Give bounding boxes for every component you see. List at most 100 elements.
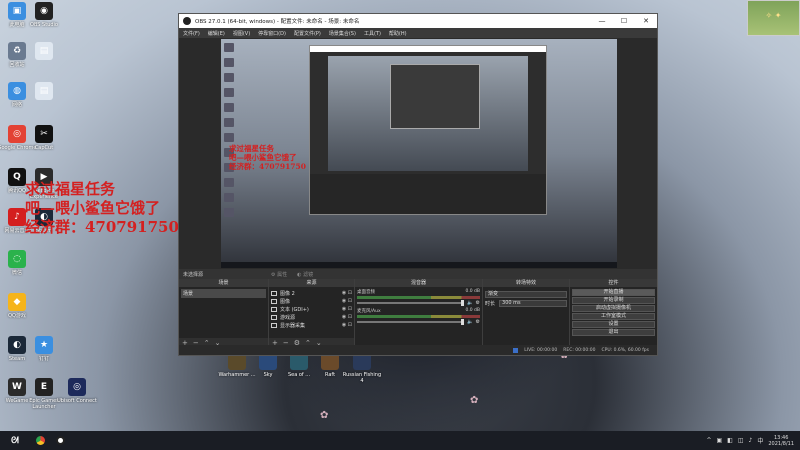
visibility-icon[interactable]: ◉ ⊡ xyxy=(342,314,352,320)
ubisoft-icon: ◎ xyxy=(68,378,86,396)
live-indicator-icon xyxy=(513,347,519,353)
system-tray: ^ ▣ ◧ ◫ ♪ 中 13:46 2021/8/11 xyxy=(706,435,800,447)
transitions-dock: 转场特效 渐变 时长 300 ms xyxy=(483,279,570,347)
source-item[interactable]: 图像 2 ◉ ⊡ xyxy=(271,289,352,297)
window-title: OBS 27.0.1 (64-bit, windows) - 配置文件: 未命名… xyxy=(195,19,360,25)
virtual-camera-button[interactable]: 启动虚拟摄像机 xyxy=(572,305,655,312)
clock[interactable]: 13:46 2021/8/11 xyxy=(768,435,794,447)
desktop-icon-label: 钉钉 xyxy=(38,356,49,362)
live-timer: LIVE: 00:00:00 xyxy=(524,347,558,353)
channel-db: 0.0 dB xyxy=(465,289,480,294)
desktop-icon-label: 回收站 xyxy=(9,62,25,68)
source-item[interactable]: 游戏源 ◉ ⊡ xyxy=(271,313,352,321)
preview-text-line: 经济群：470791750 xyxy=(229,162,306,171)
speaker-icon[interactable]: 🔈 xyxy=(467,319,473,325)
channel-db: 0.0 dB xyxy=(465,308,480,313)
volume-slider[interactable] xyxy=(357,319,465,325)
thumbnail-glyph: ✧ ✦ xyxy=(765,11,782,20)
menu-scene-collection[interactable]: 场景集合(S) xyxy=(329,30,356,37)
taskbar-chrome-icon[interactable] xyxy=(30,431,50,450)
preview-text-line: 求过福星任务 xyxy=(229,144,274,153)
studio-mode-button[interactable]: 工作室模式 xyxy=(572,313,655,320)
visibility-icon[interactable]: ◉ ⊡ xyxy=(342,306,352,312)
source-item[interactable]: 文本 (GDI+) ◉ ⊡ xyxy=(271,305,352,313)
volume-slider[interactable] xyxy=(357,300,465,306)
desktop-icon-wechat[interactable]: ◌ 微信 xyxy=(0,250,37,276)
desktop-icon-capcut[interactable]: ✂ CapCut xyxy=(24,125,64,151)
channel-name: 麦克风/Aux xyxy=(357,309,381,314)
desktop-icon-ubisoft[interactable]: ◎ Ubisoft Connect xyxy=(57,378,97,404)
preview-taskbar xyxy=(221,262,617,268)
menu-view[interactable]: 视图(V) xyxy=(233,30,250,37)
settings-button[interactable]: 设置 xyxy=(572,321,655,328)
duration-input[interactable]: 300 ms xyxy=(499,300,567,307)
tray-expand-icon[interactable]: ^ xyxy=(706,437,711,444)
exit-button[interactable]: 退出 xyxy=(572,329,655,336)
start-streaming-button[interactable]: 开始直播 xyxy=(572,289,655,296)
start-recording-button[interactable]: 开始录制 xyxy=(572,297,655,304)
clock-date: 2021/8/11 xyxy=(768,440,794,447)
menu-edit[interactable]: 编辑(E) xyxy=(208,30,225,37)
ime-icon[interactable]: 中 xyxy=(757,436,763,445)
wechat-icon: ◌ xyxy=(8,250,26,268)
desktop-icon-qqgame[interactable]: ◆ QQ游戏 xyxy=(0,293,37,319)
monitor-icon xyxy=(271,322,277,328)
no-source-label: 未选择源 xyxy=(183,271,204,278)
audio-mixer-dock: 混音器 桌面音频 0.0 dB 🔈 ⚙ 麦克风/Aux 0.0 dB 🔈 ⚙ xyxy=(355,279,483,347)
epic-icon: E xyxy=(35,378,53,396)
visibility-icon[interactable]: ◉ ⊡ xyxy=(342,322,352,328)
preview-overlay-text: 求过福星任务 吧—喂小鲨鱼它饿了 经济群：470791750 xyxy=(229,144,306,171)
network-icon[interactable]: ◫ xyxy=(738,437,744,444)
start-button[interactable]: ᘛ xyxy=(0,436,30,446)
preview-desktop-icons xyxy=(224,43,256,223)
gear-icon[interactable]: ⚙ xyxy=(476,319,480,325)
wallpaper-flower: ✿ xyxy=(320,410,329,421)
scenes-dock: 场景 场景 + − ⌃ ⌄ xyxy=(179,279,269,347)
obs-docks: 场景 场景 + − ⌃ ⌄ 来源 图像 2 ◉ ⊡ 图像 ◉ ⊡ 文本 (GDI+)… xyxy=(179,279,657,347)
properties-button[interactable]: ⚙ 属性 xyxy=(271,271,287,278)
visibility-icon[interactable]: ◉ ⊡ xyxy=(342,298,352,304)
source-toolbar: 未选择源 ⚙ 属性 ◐ 滤镜 xyxy=(179,269,657,279)
taskbar-obs-icon[interactable] xyxy=(50,431,70,450)
menu-file[interactable]: 文件(F) xyxy=(183,30,200,37)
desktop-icon-dingtalk[interactable]: ★ 钉钉 xyxy=(24,336,64,362)
sources-dock: 来源 图像 2 ◉ ⊡ 图像 ◉ ⊡ 文本 (GDI+) ◉ ⊡ 游戏源 ◉ ⊡ 显示器… xyxy=(269,279,355,347)
obs-window[interactable]: OBS 27.0.1 (64-bit, windows) - 配置文件: 未命名… xyxy=(178,13,658,356)
tray-app-icon[interactable]: ◧ xyxy=(727,437,733,444)
transition-select[interactable]: 渐变 xyxy=(485,291,567,298)
menu-help[interactable]: 帮助(H) xyxy=(389,30,407,37)
volume-icon[interactable]: ♪ xyxy=(749,437,753,444)
source-item[interactable]: 显示器采集 ◉ ⊡ xyxy=(271,321,352,329)
desktop-icon-obs-studio[interactable]: ◉ OBS Studio xyxy=(24,2,64,28)
tray-app-icon[interactable]: ▣ xyxy=(716,437,722,444)
preview-canvas[interactable]: 求过福星任务 吧—喂小鲨鱼它饿了 经济群：470791750 xyxy=(221,39,617,268)
visibility-icon[interactable]: ◉ ⊡ xyxy=(342,290,352,296)
menu-profile[interactable]: 配置文件(P) xyxy=(294,30,321,37)
source-item[interactable]: 图像 ◉ ⊡ xyxy=(271,297,352,305)
mixer-channel: 麦克风/Aux 0.0 dB 🔈 ⚙ xyxy=(357,308,480,325)
minimize-button[interactable]: — xyxy=(591,17,613,25)
file1-icon: ▤ xyxy=(35,42,53,60)
obs-logo-icon xyxy=(183,17,191,25)
mixer-header: 混音器 xyxy=(355,279,482,287)
controls-dock: 控件 开始直播 开始录制 启动虚拟摄像机 工作室模式 设置 退出 xyxy=(570,279,657,347)
preview-text-line: 吧—喂小鲨鱼它饿了 xyxy=(229,153,297,162)
desktop-icon-file2[interactable]: ▤ xyxy=(24,82,64,102)
gear-icon[interactable]: ⚙ xyxy=(476,300,480,306)
scene-item[interactable]: 场景 xyxy=(181,289,266,298)
cpu-fps: CPU: 0.6%, 60.00 fps xyxy=(601,347,650,353)
obs-titlebar[interactable]: OBS 27.0.1 (64-bit, windows) - 配置文件: 未命名… xyxy=(179,14,657,28)
channel-name: 桌面音频 xyxy=(357,290,375,295)
speaker-icon[interactable]: 🔈 xyxy=(467,300,473,306)
maximize-button[interactable]: ☐ xyxy=(613,17,635,25)
desktop-icon-label: 微信 xyxy=(11,270,22,276)
controls-header: 控件 xyxy=(570,279,657,287)
close-button[interactable]: ✕ xyxy=(635,17,657,25)
desktop-icon-file1[interactable]: ▤ xyxy=(24,42,64,62)
desktop-icon-russian-fishing[interactable]: Russian Fishing 4 xyxy=(342,352,382,384)
menu-docks[interactable]: 停靠窗口(D) xyxy=(258,30,286,37)
desktop-icon-label: 网络 xyxy=(11,102,22,108)
taskbar: ᘛ ^ ▣ ◧ ◫ ♪ 中 13:46 2021/8/11 xyxy=(0,431,800,450)
menu-tools[interactable]: 工具(T) xyxy=(364,30,381,37)
filters-button[interactable]: ◐ 滤镜 xyxy=(297,271,313,278)
